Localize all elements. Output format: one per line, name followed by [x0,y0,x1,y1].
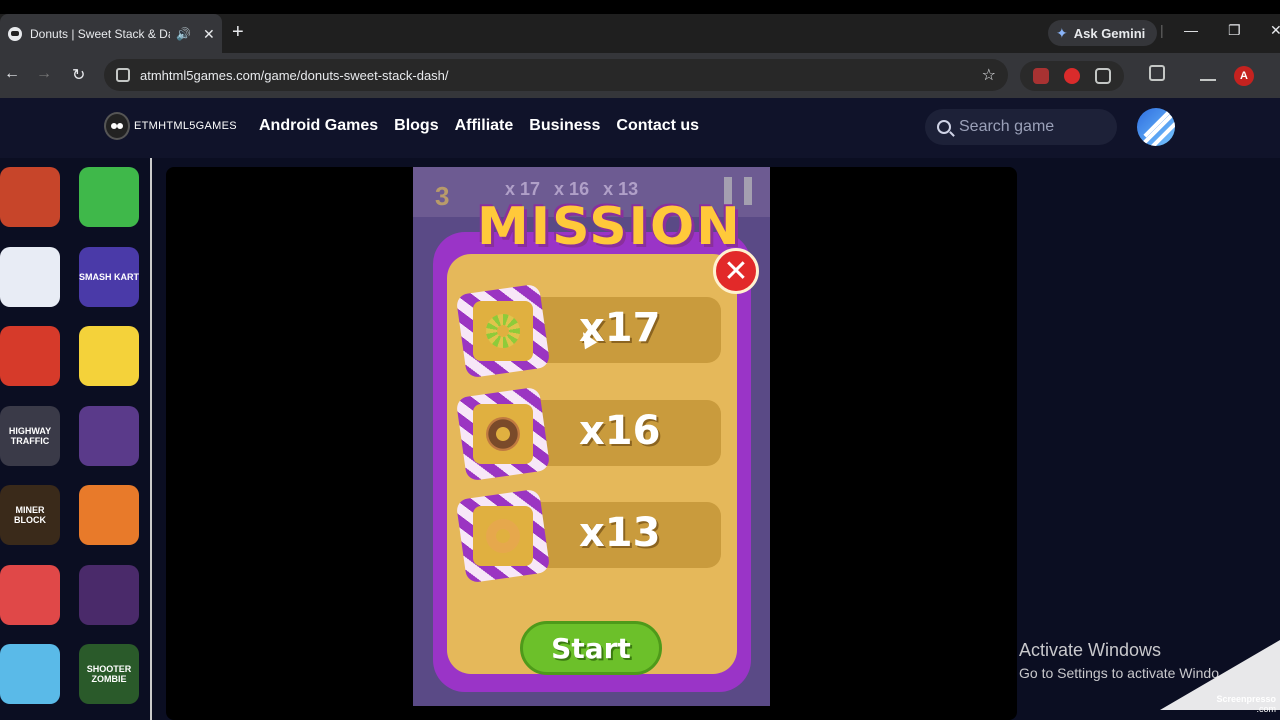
mission-count: x16 [579,408,661,454]
extensions-group [1020,61,1124,91]
nav-affiliate[interactable]: Affiliate [455,117,514,135]
game-thumb-highway-traffic[interactable]: HIGHWAY TRAFFIC [0,405,60,466]
game-canvas[interactable]: 3 x 17 x 16 x 13 MISSION x17 x16 x13 Sta… [413,167,770,706]
extension-icon[interactable] [1033,68,1050,84]
address-bar[interactable]: atmhtml5games.com/game/donuts-sweet-stac… [104,59,1008,91]
profile-avatar[interactable]: A [1234,66,1254,86]
plain-donut-icon [486,519,520,553]
bookmark-star-icon[interactable]: ☆ [982,65,996,85]
game-thumb-girl-character[interactable] [0,644,60,704]
separator: | [1160,22,1164,38]
game-thumb-miner-block[interactable]: MINER BLOCK [0,485,60,545]
site-info-icon[interactable] [116,68,130,82]
url-text: atmhtml5games.com/game/donuts-sweet-stac… [140,67,449,83]
close-mission-button[interactable]: ✕ [713,248,759,294]
site-favicon-icon [8,27,22,41]
minimize-icon[interactable]: — [1184,22,1198,38]
mission-count: x13 [579,510,661,556]
game-thumb-smash-kart[interactable]: SMASH KART [79,246,139,307]
watermark-label: Screenpresso [1216,694,1276,704]
game-thumb-baby-face[interactable] [79,326,139,386]
tab-search-icon[interactable] [1149,65,1165,81]
game-thumb-tower-stack[interactable] [79,167,139,227]
sidebar-divider [150,158,152,720]
donut-box [455,386,551,482]
game-thumb-subway-runner[interactable] [0,167,60,227]
user-avatar[interactable] [1137,108,1175,146]
logo-mascot-icon [104,112,130,140]
donut-box [455,283,551,379]
donut-box [455,488,551,584]
watermark-sub: .com [1256,704,1276,714]
green-donut-icon [486,314,520,348]
speaker-icon[interactable]: 🔊 [176,27,191,41]
gemini-icon: ✦ [1056,24,1068,41]
search-icon [937,120,951,134]
menu-icon[interactable]: ⋮ [1274,64,1280,84]
forward-icon[interactable]: → [36,65,52,83]
nav-business[interactable]: Business [529,117,600,135]
adblock-extension-icon[interactable] [1063,68,1080,84]
game-thumb-shooter-zombie[interactable]: SHOOTER ZOMBIE [79,644,139,704]
game-thumb-ninja[interactable] [0,246,60,307]
game-thumb-cards[interactable] [0,326,60,386]
site-header: ETMHTML5GAMES Android Games Blogs Affili… [0,98,1280,158]
tab-title: Donuts | Sweet Stack & Dash [30,27,170,41]
site-logo[interactable]: ETMHTML5GAMES [104,112,237,140]
screenpresso-watermark: Screenpresso .com [1160,640,1280,720]
game-thumb-chicken[interactable] [0,564,60,625]
tab-close-icon[interactable]: ✕ [203,26,215,43]
new-tab-icon[interactable]: + [232,22,244,42]
mission-title: MISSION [477,197,742,257]
nav-contact-us[interactable]: Contact us [616,117,699,135]
browser-tab[interactable]: Donuts | Sweet Stack & Dash 🔊 ✕ [0,14,222,54]
ask-gemini-button[interactable]: ✦ Ask Gemini [1048,20,1158,46]
logo-text: ETMHTML5GAMES [134,120,237,132]
browser-tabstrip: Donuts | Sweet Stack & Dash 🔊 ✕ + ✦ Ask … [0,0,1280,54]
media-control-icon[interactable] [1200,65,1216,81]
nav-blogs[interactable]: Blogs [394,117,438,135]
window-close-icon[interactable]: ✕ [1270,22,1280,39]
mission-row: x13 [455,488,721,584]
game-thumb-sword-battle[interactable] [79,405,139,466]
extensions-puzzle-icon[interactable] [1094,68,1111,84]
mission-row: x16 [455,386,721,482]
reload-icon[interactable]: ↻ [72,65,85,85]
search-box [925,109,1117,145]
mission-row: x17 [455,283,721,379]
gemini-label: Ask Gemini [1073,25,1146,41]
chocolate-donut-icon [486,417,520,451]
back-icon[interactable]: ← [4,65,20,83]
game-sidebar: SMASH KART HIGHWAY TRAFFIC MINER BLOCK SHOO… [0,158,152,720]
browser-toolbar: ← → ↻ atmhtml5games.com/game/donuts-swee… [0,53,1280,98]
main-nav: Android Games Blogs Affiliate Business C… [259,117,699,135]
search-input[interactable] [959,118,1099,136]
game-thumb-monsters[interactable] [79,485,139,545]
restore-icon[interactable]: ❐ [1228,22,1241,39]
level-number: 3 [435,181,450,211]
top-strip [0,0,1280,14]
start-button[interactable]: Start [520,621,662,675]
nav-android-games[interactable]: Android Games [259,117,378,135]
game-thumb-slot-machine[interactable] [79,564,139,625]
